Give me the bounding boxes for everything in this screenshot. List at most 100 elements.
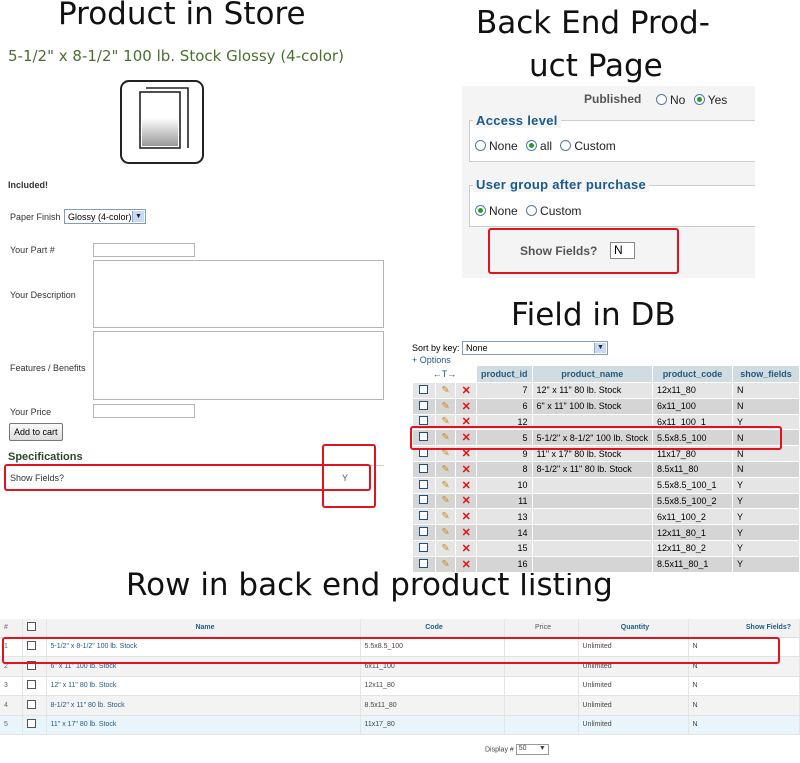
db-col-product-code[interactable]: product_code bbox=[651, 365, 733, 383]
db-row-delete-cell[interactable]: ✕ bbox=[455, 476, 477, 494]
access-none-radio[interactable] bbox=[475, 140, 486, 151]
row-checkbox[interactable] bbox=[419, 495, 429, 505]
group-custom-radio[interactable] bbox=[526, 205, 538, 216]
db-row-edit-cell[interactable]: ✎ bbox=[434, 397, 457, 415]
row-checkbox[interactable] bbox=[26, 719, 36, 729]
row-checkbox[interactable] bbox=[419, 542, 429, 552]
db-row-edit-cell[interactable]: ✎ bbox=[434, 492, 457, 510]
db-cell-id: 6 bbox=[476, 397, 533, 415]
row-checkbox[interactable] bbox=[419, 400, 429, 410]
db-row-edit-cell[interactable]: ✎ bbox=[434, 508, 457, 526]
row-checkbox[interactable] bbox=[419, 463, 429, 473]
db-row-delete-cell[interactable]: ✕ bbox=[455, 524, 477, 541]
delete-icon[interactable]: ✕ bbox=[462, 480, 471, 492]
pencil-icon[interactable]: ✎ bbox=[441, 385, 449, 396]
delete-icon[interactable]: ✕ bbox=[462, 543, 471, 555]
db-row-edit-cell[interactable]: ✎ bbox=[434, 524, 457, 541]
db-row-delete-cell[interactable]: ✕ bbox=[455, 539, 477, 557]
pencil-icon[interactable]: ✎ bbox=[441, 511, 449, 522]
published-label: Published bbox=[584, 92, 642, 106]
row-checkbox[interactable] bbox=[419, 416, 429, 426]
add-to-cart-button[interactable]: Add to cart bbox=[9, 423, 63, 441]
description-textarea[interactable] bbox=[93, 260, 384, 328]
listing-col-name[interactable]: Name bbox=[46, 619, 361, 638]
db-row-checkbox-cell[interactable] bbox=[412, 524, 436, 541]
listing-cell-checkbox[interactable] bbox=[22, 715, 47, 735]
db-row-edit-cell[interactable]: ✎ bbox=[434, 539, 457, 557]
listing-col-select[interactable] bbox=[22, 619, 47, 638]
access-all-radio[interactable] bbox=[526, 140, 538, 151]
db-cell-id: 8 bbox=[476, 460, 533, 478]
db-row-delete-cell[interactable]: ✕ bbox=[455, 382, 477, 399]
row-checkbox[interactable] bbox=[419, 479, 429, 489]
row-checkbox[interactable] bbox=[419, 558, 429, 568]
select-all-checkbox[interactable] bbox=[26, 622, 36, 632]
db-row-checkbox-cell[interactable] bbox=[412, 492, 436, 510]
row-checkbox[interactable] bbox=[419, 384, 429, 394]
listing-cell-checkbox[interactable] bbox=[22, 676, 47, 696]
pencil-icon[interactable]: ✎ bbox=[441, 495, 449, 506]
row-checkbox[interactable] bbox=[26, 680, 36, 690]
db-row-checkbox-cell[interactable] bbox=[412, 476, 436, 494]
row-checkbox[interactable] bbox=[419, 527, 429, 537]
db-row-checkbox-cell[interactable] bbox=[412, 508, 436, 526]
db-col-show-fields[interactable]: show_fields bbox=[731, 365, 800, 383]
row-checkbox[interactable] bbox=[419, 511, 429, 521]
db-row-checkbox-cell[interactable] bbox=[412, 460, 436, 478]
db-cell-id: 15 bbox=[476, 539, 533, 557]
paper-finish-select[interactable]: Glossy (4-color) ▼ bbox=[64, 209, 146, 224]
delete-icon[interactable]: ✕ bbox=[462, 401, 471, 413]
group-none-radio[interactable] bbox=[475, 205, 486, 216]
db-row-edit-cell[interactable]: ✎ bbox=[434, 476, 457, 494]
db-row-delete-cell[interactable]: ✕ bbox=[455, 492, 477, 510]
db-row-delete-cell[interactable]: ✕ bbox=[455, 397, 477, 415]
features-textarea[interactable] bbox=[93, 331, 384, 400]
db-col-product-name[interactable]: product_name bbox=[531, 365, 653, 383]
access-custom-radio[interactable] bbox=[560, 140, 572, 151]
published-yes-label: Yes bbox=[707, 93, 728, 107]
db-row-checkbox-cell[interactable] bbox=[412, 555, 436, 573]
db-row-checkbox-cell[interactable] bbox=[412, 397, 436, 415]
display-select[interactable]: 50 ▼ bbox=[515, 744, 549, 755]
db-col-product-id[interactable]: product_id bbox=[476, 365, 533, 383]
delete-icon[interactable]: ✕ bbox=[462, 511, 471, 523]
part-input[interactable] bbox=[93, 243, 195, 257]
db-row-delete-cell[interactable]: ✕ bbox=[455, 508, 477, 526]
pencil-icon[interactable]: ✎ bbox=[441, 559, 449, 570]
delete-icon[interactable]: ✕ bbox=[462, 559, 471, 571]
sort-by-select[interactable]: None ▼ bbox=[462, 341, 608, 355]
options-link[interactable]: + Options bbox=[412, 355, 451, 365]
pencil-icon[interactable]: ✎ bbox=[441, 480, 449, 491]
part-label: Your Part # bbox=[10, 245, 55, 255]
published-yes-radio[interactable] bbox=[693, 94, 705, 105]
db-row-checkbox-cell[interactable] bbox=[412, 382, 436, 399]
listing-col-show-fields[interactable]: Show Fields? bbox=[688, 619, 800, 638]
db-row-checkbox-cell[interactable] bbox=[412, 539, 436, 557]
listing-col-quantity[interactable]: Quantity bbox=[578, 619, 689, 638]
delete-icon[interactable]: ✕ bbox=[462, 464, 471, 476]
published-no-label: No bbox=[670, 93, 686, 107]
row-checkbox[interactable] bbox=[26, 699, 36, 709]
published-no-radio[interactable] bbox=[656, 94, 667, 105]
listing-cell-name[interactable]: 12" x 11" 80 lb. Stock bbox=[46, 676, 361, 696]
listing-col-code[interactable]: Code bbox=[360, 619, 505, 638]
pencil-icon[interactable]: ✎ bbox=[441, 464, 449, 475]
price-input[interactable] bbox=[93, 404, 195, 418]
delete-icon[interactable]: ✕ bbox=[462, 527, 471, 539]
db-row-edit-cell[interactable]: ✎ bbox=[434, 555, 457, 573]
db-row-delete-cell[interactable]: ✕ bbox=[455, 460, 477, 478]
delete-icon[interactable]: ✕ bbox=[462, 495, 471, 507]
listing-cell-name[interactable]: 11" x 17" 80 lb. Stock bbox=[46, 715, 361, 735]
pencil-icon[interactable]: ✎ bbox=[441, 527, 449, 538]
listing-cell-checkbox[interactable] bbox=[22, 695, 47, 716]
db-row-edit-cell[interactable]: ✎ bbox=[434, 382, 457, 399]
included-text: Included! bbox=[8, 180, 48, 190]
db-row-delete-cell[interactable]: ✕ bbox=[455, 555, 477, 573]
db-row: ✎ ✕ 13 6x11_100_2 Y bbox=[412, 508, 800, 526]
pencil-icon[interactable]: ✎ bbox=[441, 543, 449, 554]
delete-icon[interactable]: ✕ bbox=[462, 385, 471, 397]
db-nav-arrows[interactable]: ←T→ bbox=[412, 365, 477, 383]
listing-cell-name[interactable]: 8-1/2" x 11" 80 lb. Stock bbox=[46, 695, 361, 716]
pencil-icon[interactable]: ✎ bbox=[441, 401, 449, 412]
db-row-edit-cell[interactable]: ✎ bbox=[434, 460, 457, 478]
